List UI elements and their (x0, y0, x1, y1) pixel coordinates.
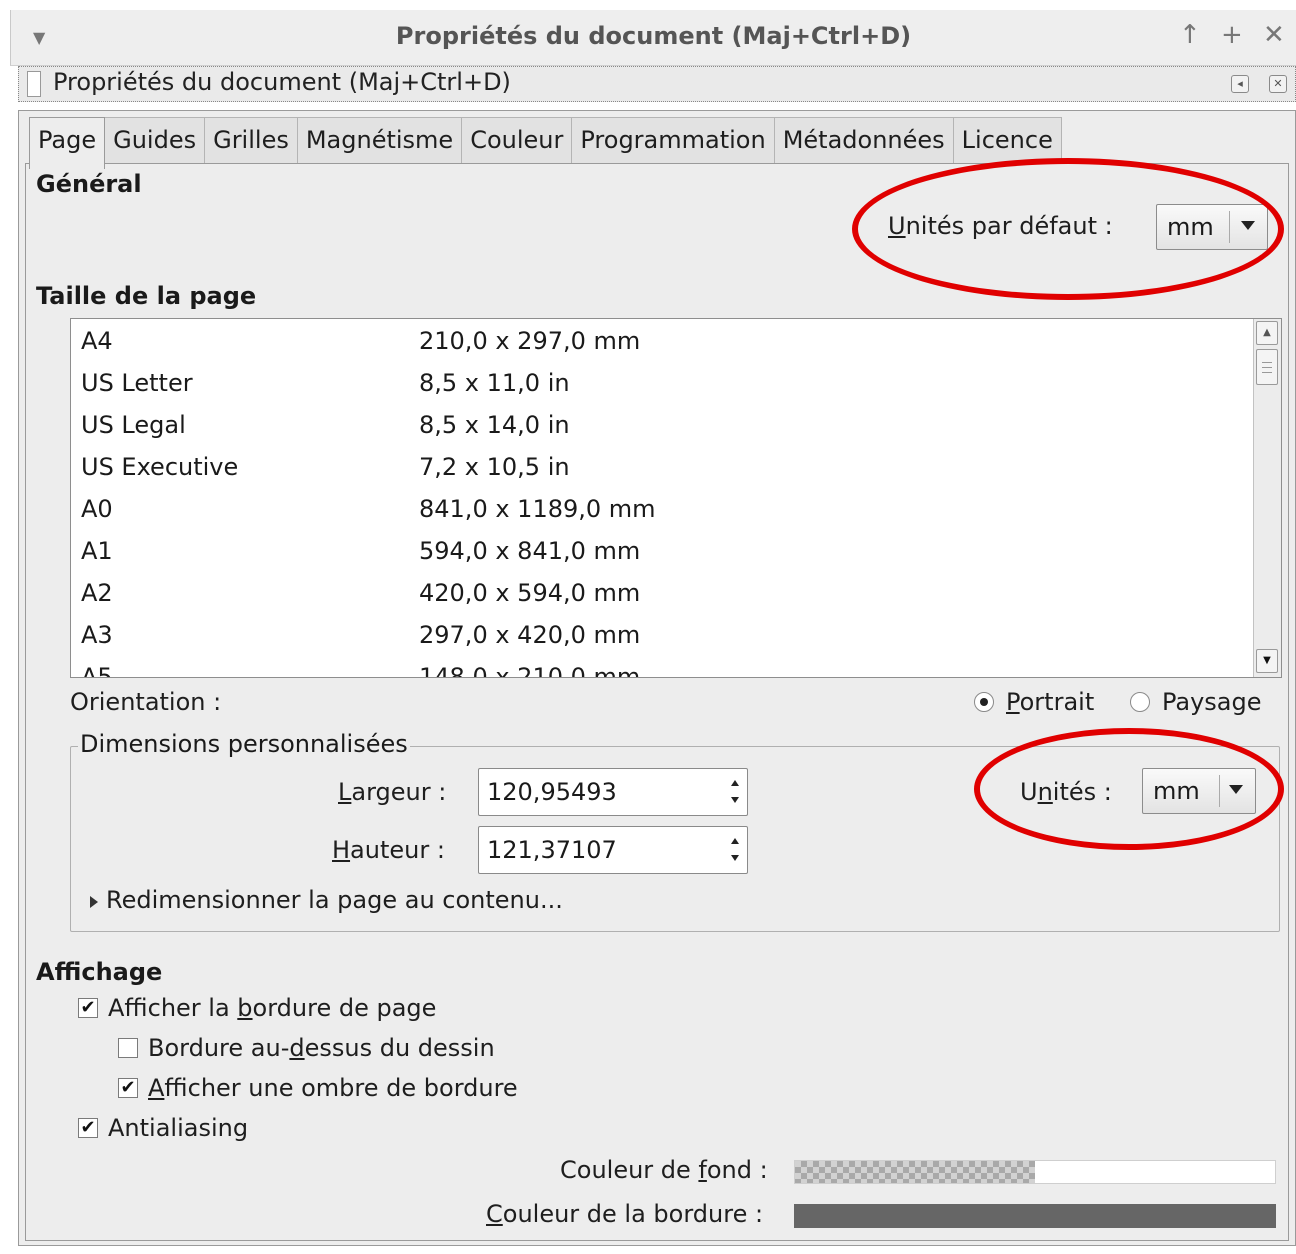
window-titlebar: ▼ Propriétés du document (Maj+Ctrl+D) ↑ … (10, 10, 1296, 66)
spin-up-icon[interactable] (731, 838, 739, 844)
document-icon (27, 71, 41, 97)
height-label: Hauteur : (332, 836, 445, 864)
portrait-radio[interactable] (974, 692, 994, 712)
page-size-heading: Taille de la page (36, 282, 257, 310)
units-label: Unités : (1020, 778, 1112, 806)
page-size-list[interactable]: A4 210,0 x 297,0 mm US Letter 8,5 x 11,0 i… (70, 318, 1282, 678)
scroll-thumb[interactable] (1256, 349, 1278, 385)
list-scrollbar[interactable]: ▲ ▼ (1253, 319, 1281, 677)
dock-title: Propriétés du document (Maj+Ctrl+D) (53, 68, 511, 96)
list-item[interactable]: US Executive 7,2 x 10,5 in (71, 445, 1251, 487)
border-shadow-label[interactable]: Afficher une ombre de bordure (148, 1074, 518, 1102)
scroll-up-icon[interactable]: ▲ (1256, 321, 1278, 345)
background-color-button[interactable] (794, 1160, 1276, 1184)
show-border-checkbox[interactable]: ✔ (78, 998, 98, 1018)
dock-close-icon[interactable]: ✕ (1269, 75, 1287, 93)
tab-guides[interactable]: Guides (104, 117, 206, 165)
default-units-value: mm (1167, 213, 1214, 241)
list-item[interactable]: A1 594,0 x 841,0 mm (71, 529, 1251, 571)
landscape-label[interactable]: Paysage (1162, 688, 1262, 716)
document-properties-panel: Page Guides Grilles Magnétisme Couleur P… (18, 110, 1296, 1246)
close-icon[interactable]: ✕ (1263, 20, 1285, 50)
transparency-checker (795, 1161, 1035, 1183)
list-item[interactable]: A2 420,0 x 594,0 mm (71, 571, 1251, 613)
expander-arrow-icon[interactable] (90, 896, 98, 908)
portrait-label[interactable]: Portrait (1006, 688, 1094, 716)
resize-to-content-expander[interactable]: Redimensionner la page au contenu... (106, 886, 563, 914)
width-spinbox[interactable]: 120,95493 (478, 768, 748, 816)
page-tab-content: Général Unités par défaut : mm Taille de… (25, 163, 1289, 1241)
units-dropdown[interactable]: mm (1142, 768, 1256, 814)
spin-up-icon[interactable] (731, 780, 739, 786)
arrow-up-icon[interactable]: ↑ (1179, 20, 1201, 50)
list-item[interactable]: A5 148,0 x 210,0 mm (71, 655, 1251, 677)
list-item[interactable]: A4 210,0 x 297,0 mm (71, 319, 1251, 361)
tab-scripting[interactable]: Programmation (571, 117, 775, 165)
spin-down-icon[interactable] (731, 797, 739, 803)
landscape-radio[interactable] (1130, 692, 1150, 712)
background-color-label: Couleur de fond : (560, 1156, 768, 1184)
list-item[interactable]: US Legal 8,5 x 14,0 in (71, 403, 1251, 445)
width-value: 120,95493 (487, 778, 617, 806)
tab-bar: Page Guides Grilles Magnétisme Couleur P… (29, 117, 1062, 169)
border-on-top-checkbox[interactable] (118, 1038, 138, 1058)
tab-grids[interactable]: Grilles (204, 117, 298, 165)
width-label: Largeur : (338, 778, 447, 806)
height-spinbox[interactable]: 121,37107 (478, 826, 748, 874)
border-on-top-label[interactable]: Bordure au-dessus du dessin (148, 1034, 495, 1062)
height-value: 121,37107 (487, 836, 617, 864)
plus-icon[interactable]: + (1221, 20, 1243, 50)
custom-size-title: Dimensions personnalisées (78, 730, 410, 758)
list-item[interactable]: A3 297,0 x 420,0 mm (71, 613, 1251, 655)
show-border-label[interactable]: Afficher la bordure de page (108, 994, 436, 1022)
spin-down-icon[interactable] (731, 855, 739, 861)
list-item[interactable]: US Letter 8,5 x 11,0 in (71, 361, 1251, 403)
tab-page[interactable]: Page (29, 117, 106, 169)
orientation-label: Orientation : (70, 688, 222, 716)
antialiasing-checkbox[interactable]: ✔ (78, 1118, 98, 1138)
border-color-button[interactable] (794, 1204, 1276, 1228)
tab-license[interactable]: Licence (952, 117, 1062, 165)
scroll-down-icon[interactable]: ▼ (1256, 649, 1278, 673)
tab-snapping[interactable]: Magnétisme (296, 117, 463, 165)
display-heading: Affichage (36, 958, 163, 986)
default-units-label: Unités par défaut : (888, 212, 1113, 240)
units-value: mm (1153, 777, 1200, 805)
antialiasing-label[interactable]: Antialiasing (108, 1114, 248, 1142)
general-heading: Général (36, 170, 142, 198)
window-title: Propriétés du document (Maj+Ctrl+D) (395, 22, 912, 50)
tab-metadata[interactable]: Métadonnées (773, 117, 954, 165)
list-item[interactable]: A0 841,0 x 1189,0 mm (71, 487, 1251, 529)
tab-color[interactable]: Couleur (461, 117, 573, 165)
dock-header[interactable]: Propriétés du document (Maj+Ctrl+D) ◂ ✕ (18, 66, 1296, 102)
border-color-label: Couleur de la bordure : (486, 1200, 764, 1228)
iconify-icon[interactable]: ◂ (1231, 75, 1249, 93)
chevron-down-icon (1241, 221, 1255, 230)
default-units-dropdown[interactable]: mm (1156, 204, 1268, 250)
chevron-down-icon (1229, 785, 1243, 794)
border-shadow-checkbox[interactable]: ✔ (118, 1078, 138, 1098)
